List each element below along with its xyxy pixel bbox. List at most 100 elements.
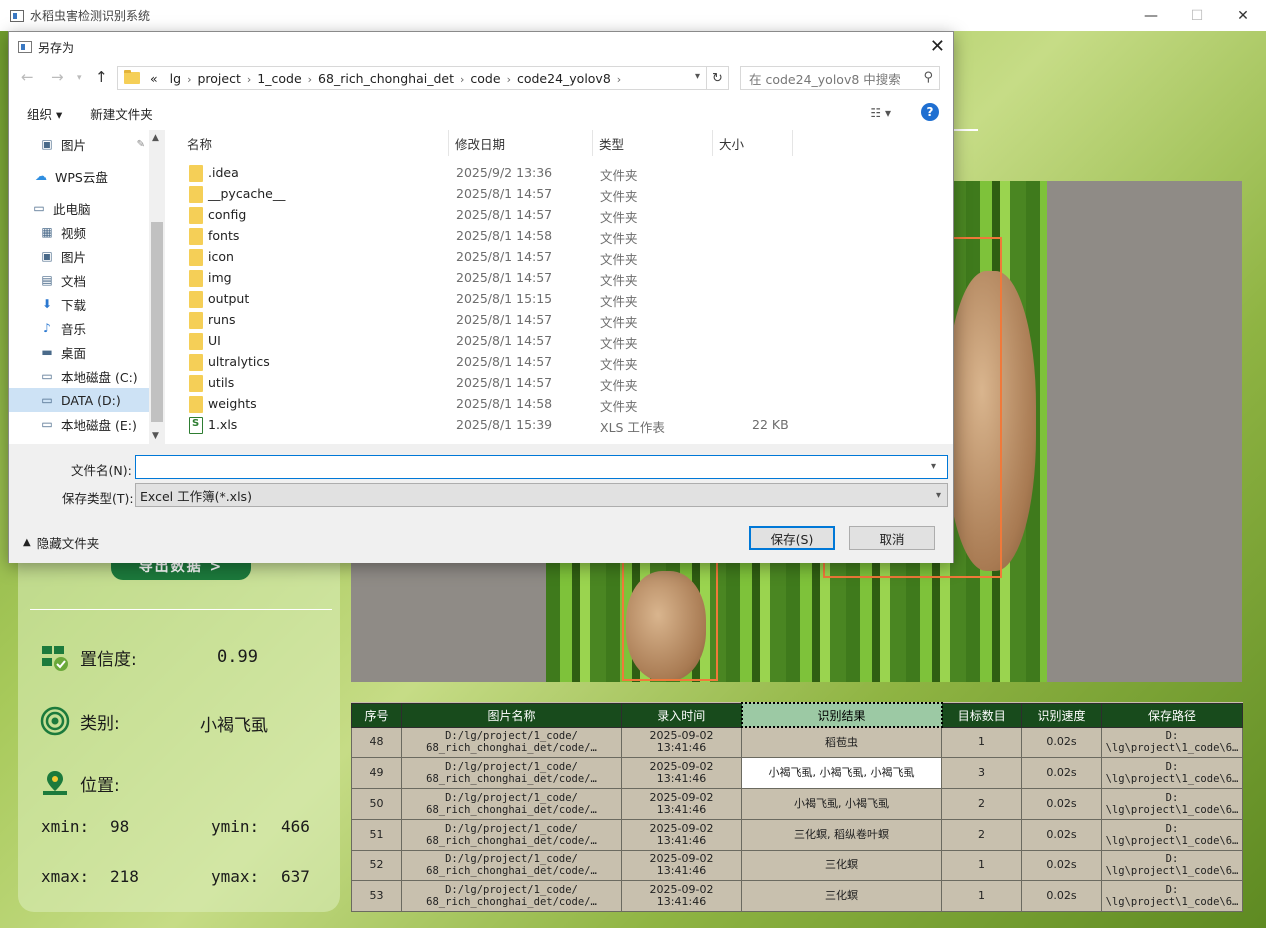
cell-save-path[interactable]: D: \lg\project\1_code\6… [1101,788,1243,820]
file-row[interactable]: icon 2025/8/1 14:57 文件夹 [171,246,953,267]
filetype-select[interactable]: Excel 工作簿(*.xls) ▾ [135,483,948,507]
file-row[interactable]: utils 2025/8/1 14:57 文件夹 [171,372,953,393]
breadcrumb-separator-icon[interactable]: › [308,73,312,86]
cell-result[interactable]: 三化螟 [741,880,942,912]
cell-index[interactable]: 52 [351,849,402,882]
file-row[interactable]: img 2025/8/1 14:57 文件夹 [171,267,953,288]
nav-item[interactable]: ⬇ 下载 [9,292,149,316]
col-header-type[interactable]: 类型 [593,130,713,156]
hide-folders-toggle[interactable]: ▲ 隐藏文件夹 [23,533,99,552]
breadcrumb-item[interactable]: 1_code [257,71,301,86]
breadcrumb-item[interactable]: code24_yolov8 [517,71,611,86]
cell-speed[interactable]: 0.02s [1021,818,1102,851]
back-arrow-icon[interactable]: ← [21,68,34,86]
dialog-close-button[interactable]: ✕ [930,36,945,57]
col-header-modified[interactable]: 修改日期 [449,130,593,156]
table-row[interactable]: 52 D:/lg/project/1_code/68_rich_chonghai_… [351,849,1243,882]
cell-save-path[interactable]: D: \lg\project\1_code\6… [1101,757,1243,789]
nav-pane-scrollbar[interactable]: ▲ ▼ [149,130,165,444]
nav-item[interactable]: ▭ 本地磁盘 (E:) [9,412,149,436]
nav-item[interactable]: ▦ 视频 [9,220,149,244]
cell-image-name[interactable]: D:/lg/project/1_code/68_rich_chonghai_de… [401,880,622,912]
file-row[interactable]: __pycache__ 2025/8/1 14:57 文件夹 [171,183,953,204]
scrollbar-thumb[interactable] [151,222,163,422]
table-row[interactable]: 49 D:/lg/project/1_code/68_rich_chonghai_… [351,757,1243,789]
cell-image-name[interactable]: D:/lg/project/1_code/68_rich_chonghai_de… [401,757,622,789]
view-options-icon[interactable]: ☷ ▾ [870,106,891,120]
nav-item[interactable]: ☁ WPS云盘 [9,164,149,188]
cell-result[interactable]: 三化螟 [741,849,942,882]
breadcrumb-separator-icon[interactable]: › [247,73,251,86]
col-header-name[interactable]: 名称 [171,130,449,156]
cell-speed[interactable]: 0.02s [1021,880,1102,912]
col-header-save-path[interactable]: 保存路径 [1101,702,1243,728]
search-input[interactable]: 在 code24_yolov8 中搜索 ⚲ [740,66,940,90]
file-row[interactable]: weights 2025/8/1 14:58 文件夹 [171,393,953,414]
cell-result[interactable]: 小褐飞虱, 小褐飞虱 [741,788,942,820]
new-folder-button[interactable]: 新建文件夹 [90,104,153,123]
organize-button[interactable]: 组织 ▾ [27,104,62,123]
pin-icon[interactable]: ✎ [137,139,145,150]
cell-save-path[interactable]: D: \lg\project\1_code\6… [1101,849,1243,882]
file-row[interactable]: .idea 2025/9/2 13:36 文件夹 [171,162,953,183]
save-button[interactable]: 保存(S) [749,526,835,550]
close-button[interactable]: ✕ [1220,0,1266,31]
nav-item[interactable]: ▣ 图片 [9,244,149,268]
cell-index[interactable]: 49 [351,757,402,789]
table-row[interactable]: 48 D:/lg/project/1_code/68_rich_chonghai_… [351,726,1243,759]
cell-image-name[interactable]: D:/lg/project/1_code/68_rich_chonghai_de… [401,818,622,851]
cancel-button[interactable]: 取消 [849,526,935,550]
cell-count[interactable]: 1 [941,849,1022,882]
recent-locations-icon[interactable]: ▾ [77,73,82,83]
address-dropdown-icon[interactable]: ▾ [695,71,700,82]
scroll-up-icon[interactable]: ▲ [152,133,159,143]
cell-count[interactable]: 1 [941,726,1022,759]
cell-entry-time[interactable]: 2025-09-02 13:41:46 [621,849,742,882]
nav-item[interactable]: ▭ 此电脑 [9,196,149,220]
breadcrumb-separator-icon[interactable]: › [460,73,464,86]
cell-image-name[interactable]: D:/lg/project/1_code/68_rich_chonghai_de… [401,849,622,882]
cell-speed[interactable]: 0.02s [1021,849,1102,882]
breadcrumb-item[interactable]: code [470,71,500,86]
file-row[interactable]: 1.xls 2025/8/1 15:39 XLS 工作表 22 KB [171,414,953,435]
cell-index[interactable]: 51 [351,818,402,851]
refresh-icon[interactable]: ↻ [706,67,728,89]
cell-entry-time[interactable]: 2025-09-02 13:41:46 [621,788,742,820]
nav-item[interactable]: ▣ 图片 ✎ [9,132,149,156]
table-row[interactable]: 50 D:/lg/project/1_code/68_rich_chonghai_… [351,788,1243,820]
col-header-result[interactable]: 识别结果 [740,702,943,728]
help-icon[interactable]: ? [921,103,939,121]
cell-index[interactable]: 50 [351,788,402,820]
table-row[interactable]: 53 D:/lg/project/1_code/68_rich_chonghai_… [351,880,1243,912]
file-row[interactable]: runs 2025/8/1 14:57 文件夹 [171,309,953,330]
cell-result[interactable]: 稻苞虫 [741,726,942,759]
cell-entry-time[interactable]: 2025-09-02 13:41:46 [621,818,742,851]
nav-item[interactable]: ▭ DATA (D:) [9,388,149,412]
col-header-entry-time[interactable]: 录入时间 [621,702,742,728]
cell-entry-time[interactable]: 2025-09-02 13:41:46 [621,757,742,789]
cell-save-path[interactable]: D: \lg\project\1_code\6… [1101,818,1243,851]
table-row[interactable]: 51 D:/lg/project/1_code/68_rich_chonghai_… [351,818,1243,851]
col-header-size[interactable]: 大小 [713,130,793,156]
breadcrumb-item[interactable]: lg [170,71,181,86]
file-row[interactable]: config 2025/8/1 14:57 文件夹 [171,204,953,225]
cell-save-path[interactable]: D: \lg\project\1_code\6… [1101,880,1243,912]
col-header-count[interactable]: 目标数目 [941,702,1022,728]
cell-speed[interactable]: 0.02s [1021,726,1102,759]
file-row[interactable]: fonts 2025/8/1 14:58 文件夹 [171,225,953,246]
nav-item[interactable]: ▬ 桌面 [9,340,149,364]
file-row[interactable]: ultralytics 2025/8/1 14:57 文件夹 [171,351,953,372]
cell-index[interactable]: 48 [351,726,402,759]
nav-item[interactable]: ▤ 文档 [9,268,149,292]
col-header-index[interactable]: 序号 [351,702,402,728]
cell-save-path[interactable]: D: \lg\project\1_code\6… [1101,726,1243,759]
minimize-button[interactable]: — [1128,0,1174,31]
forward-arrow-icon[interactable]: → [51,68,64,86]
cell-count[interactable]: 3 [941,757,1022,789]
scroll-down-icon[interactable]: ▼ [152,431,159,441]
breadcrumb-item[interactable]: 68_rich_chonghai_det [318,71,454,86]
file-row[interactable]: UI 2025/8/1 14:57 文件夹 [171,330,953,351]
breadcrumb-separator-icon[interactable]: › [187,73,191,86]
cell-count[interactable]: 2 [941,788,1022,820]
filename-dropdown-icon[interactable]: ▾ [931,461,936,472]
